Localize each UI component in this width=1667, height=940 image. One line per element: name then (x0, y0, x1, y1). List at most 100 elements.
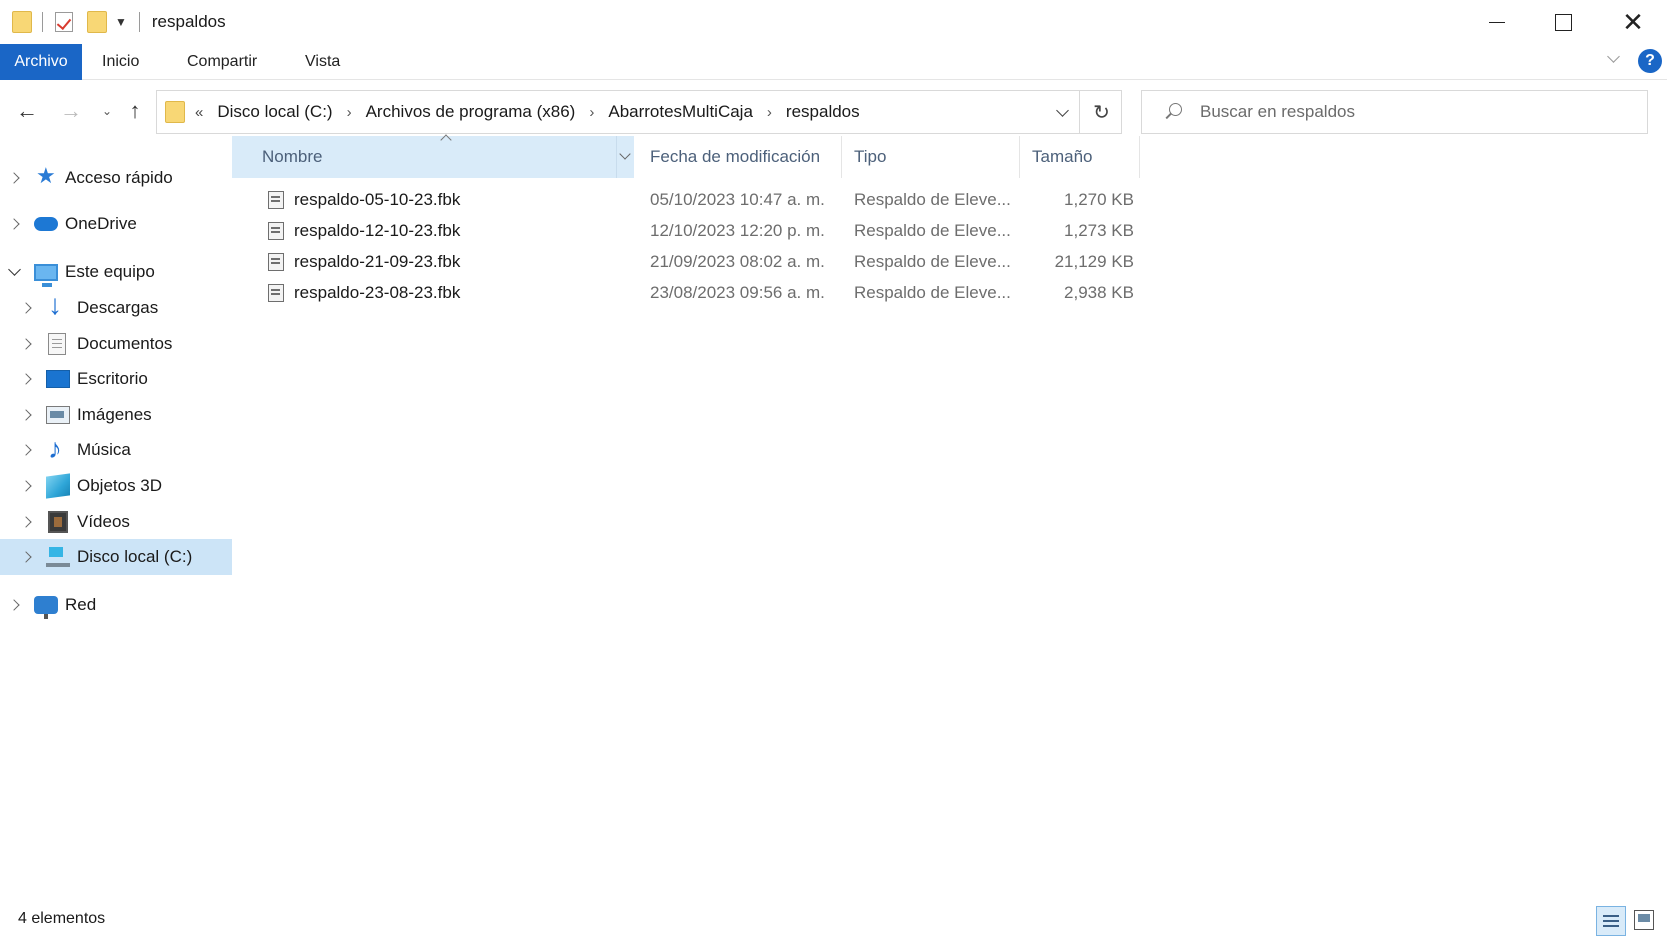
sidebar-item-este-equipo[interactable]: Este equipo (0, 254, 232, 290)
new-folder-icon[interactable] (87, 11, 107, 33)
tab-compartir[interactable]: Compartir (175, 44, 269, 80)
sidebar-item-label: Este equipo (65, 262, 155, 281)
sidebar-item-label: OneDrive (65, 214, 137, 233)
expand-chevron-icon[interactable] (22, 552, 32, 562)
quick-access-toolbar: ▼ respaldos (0, 0, 226, 44)
document-icon (48, 333, 66, 355)
file-row[interactable]: respaldo-21-09-23.fbk 21/09/2023 08:02 a… (232, 247, 1142, 278)
column-header-label: Nombre (262, 147, 323, 166)
expand-chevron-icon[interactable] (22, 517, 32, 527)
tab-archivo[interactable]: Archivo (0, 44, 82, 80)
sidebar-item-musica[interactable]: Música (0, 432, 232, 468)
sidebar-item-disco-local[interactable]: Disco local (C:) (0, 539, 232, 575)
column-header-tipo[interactable]: Tipo (842, 136, 1020, 178)
customize-toolbar-dropdown[interactable]: ▼ (115, 15, 127, 29)
close-button[interactable]: ✕ (1600, 0, 1666, 44)
star-icon (36, 163, 60, 189)
drive-icon (46, 547, 70, 567)
sidebar-item-red[interactable]: Red (0, 587, 232, 623)
sidebar-item-imagenes[interactable]: Imágenes (0, 397, 232, 433)
sidebar-item-documentos[interactable]: Documentos (0, 326, 232, 362)
sort-ascending-icon (440, 130, 452, 142)
expand-chevron-icon[interactable] (10, 600, 20, 610)
sidebar-item-descargas[interactable]: Descargas (0, 289, 232, 326)
address-bar[interactable]: « Disco local (C:) › Archivos de program… (156, 90, 1122, 134)
tab-vista[interactable]: Vista (293, 44, 352, 80)
file-row[interactable]: respaldo-23-08-23.fbk 23/08/2023 09:56 a… (232, 278, 1142, 309)
breadcrumb-separator-icon[interactable]: › (347, 104, 352, 121)
backup-file-icon (268, 222, 284, 240)
videos-icon (48, 511, 68, 533)
expand-chevron-icon[interactable] (10, 219, 20, 229)
expand-chevron-icon[interactable] (10, 173, 20, 183)
ribbon-tabs: Archivo Inicio Compartir Vista ? (0, 44, 1667, 80)
column-filter-dropdown[interactable] (616, 136, 634, 178)
column-header-label: Fecha de modificación (650, 147, 821, 166)
navigation-pane: Acceso rápido OneDrive Este equipo Desca… (0, 160, 232, 900)
file-list: Nombre Fecha de modificación Tipo Tamaño… (232, 136, 1667, 896)
window-title: respaldos (151, 12, 226, 31)
folder-icon (165, 101, 185, 123)
expand-chevron-icon[interactable] (22, 374, 32, 384)
backup-file-icon (268, 284, 284, 302)
sidebar-item-acceso-rapido[interactable]: Acceso rápido (0, 160, 232, 196)
up-button[interactable]: ↑ (118, 94, 152, 128)
sidebar-item-label: Música (77, 440, 131, 459)
file-row[interactable]: respaldo-12-10-23.fbk 12/10/2023 12:20 p… (232, 216, 1142, 247)
large-icons-view-icon[interactable] (1634, 910, 1654, 930)
expand-chevron-icon[interactable] (22, 303, 32, 313)
desktop-icon (46, 370, 70, 388)
expand-chevron-icon[interactable] (22, 410, 32, 420)
file-date: 23/08/2023 09:56 a. m. (650, 283, 825, 302)
sidebar-item-escritorio[interactable]: Escritorio (0, 361, 232, 397)
expand-chevron-icon[interactable] (22, 339, 32, 349)
minimize-button[interactable] (1464, 0, 1530, 44)
navigation-bar: ← → ⌄ ↑ « Disco local (C:) › Archivos de… (0, 88, 1667, 136)
file-row[interactable]: respaldo-05-10-23.fbk 05/10/2023 10:47 a… (232, 185, 1142, 216)
sidebar-item-label: Acceso rápido (65, 168, 173, 187)
sidebar-item-onedrive[interactable]: OneDrive (0, 206, 232, 242)
sidebar-item-label: Descargas (77, 298, 159, 317)
sidebar-item-objetos-3d[interactable]: Objetos 3D (0, 468, 232, 504)
download-icon (46, 289, 70, 321)
sidebar-item-label: Imágenes (77, 405, 152, 424)
refresh-button[interactable]: ↻ (1079, 91, 1123, 133)
sidebar-item-label: Disco local (C:) (77, 547, 193, 566)
column-header-tamano[interactable]: Tamaño (1020, 136, 1140, 178)
breadcrumb-archivos-programa[interactable]: Archivos de programa (x86) (366, 102, 576, 122)
properties-icon[interactable] (55, 12, 73, 32)
file-type: Respaldo de Eleve... (854, 190, 1011, 209)
file-name: respaldo-12-10-23.fbk (294, 221, 461, 240)
search-box[interactable] (1141, 90, 1648, 134)
sidebar-item-label: Documentos (77, 334, 173, 353)
sidebar-item-label: Vídeos (77, 512, 130, 531)
help-icon[interactable]: ? (1638, 49, 1662, 73)
cloud-icon (34, 217, 58, 231)
expand-chevron-icon[interactable] (22, 445, 32, 455)
breadcrumb-overflow[interactable]: « (195, 104, 203, 121)
details-view-icon[interactable] (1596, 906, 1626, 936)
network-icon (34, 596, 58, 619)
sidebar-item-label: Escritorio (77, 369, 148, 388)
back-button[interactable]: ← (10, 94, 44, 128)
column-header-nombre[interactable]: Nombre (232, 136, 634, 178)
file-date: 12/10/2023 12:20 p. m. (650, 221, 825, 240)
maximize-button[interactable] (1530, 0, 1596, 44)
breadcrumb-disco-local[interactable]: Disco local (C:) (217, 102, 332, 122)
tab-inicio[interactable]: Inicio (90, 44, 151, 80)
breadcrumb-respaldos[interactable]: respaldos (786, 102, 860, 122)
search-icon (1162, 101, 1184, 123)
backup-file-icon (268, 253, 284, 271)
search-input[interactable] (1200, 102, 1620, 122)
sidebar-item-videos[interactable]: Vídeos (0, 504, 232, 540)
toolbar-divider (42, 12, 43, 32)
breadcrumb-separator-icon[interactable]: › (589, 104, 594, 121)
column-header-fecha[interactable]: Fecha de modificación (634, 136, 842, 178)
expand-ribbon-chevron-icon[interactable] (1607, 52, 1621, 66)
collapse-chevron-icon[interactable] (10, 267, 20, 277)
breadcrumb-abarrotes[interactable]: AbarrotesMultiCaja (608, 102, 753, 122)
forward-button[interactable]: → (54, 94, 88, 128)
address-history-dropdown[interactable] (1047, 91, 1077, 133)
expand-chevron-icon[interactable] (22, 481, 32, 491)
breadcrumb-separator-icon[interactable]: › (767, 104, 772, 121)
